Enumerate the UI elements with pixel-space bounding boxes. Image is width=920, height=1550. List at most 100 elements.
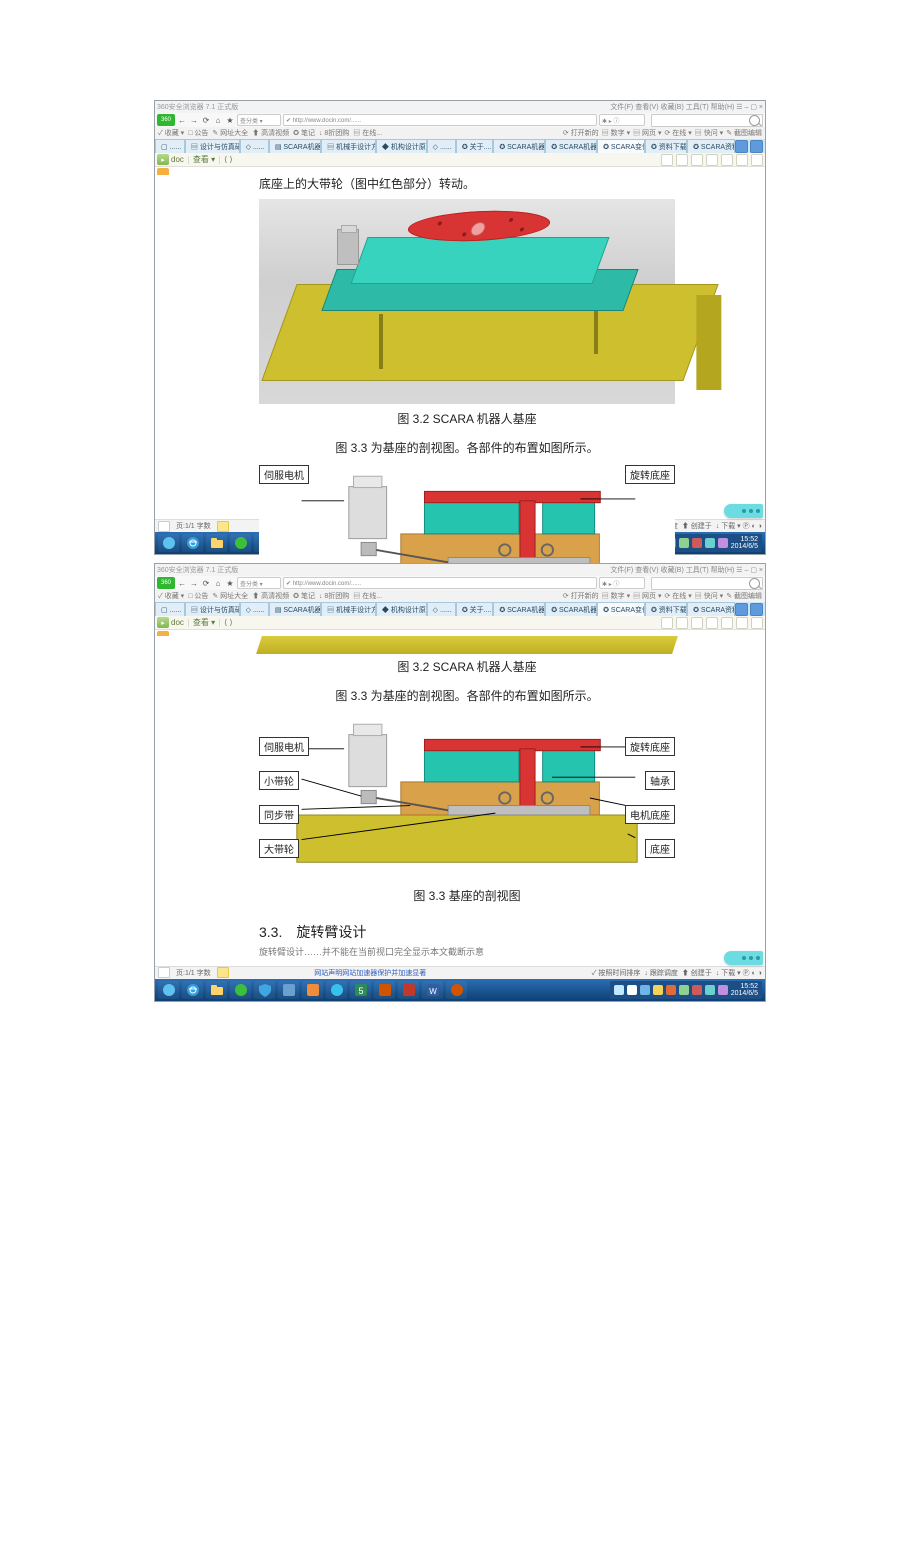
tray-icon[interactable]: [614, 985, 624, 995]
fav-item[interactable]: ▤ 快问 ▾: [695, 591, 723, 601]
nav-icon[interactable]: ★: [225, 115, 235, 125]
ie-icon[interactable]: [182, 981, 203, 999]
fav-item[interactable]: ✪ 笔记: [293, 591, 315, 601]
taskbar-clock[interactable]: 15:522014/6/5: [731, 536, 758, 550]
start-icon[interactable]: [158, 981, 179, 999]
browser-tab[interactable]: ◇ ......×: [240, 602, 269, 616]
browser-tab[interactable]: ✪ 关于......×: [456, 139, 493, 153]
fav-item[interactable]: □ 公告: [188, 591, 208, 601]
browser-tab[interactable]: ▢ ......×: [155, 602, 185, 616]
browser-tab[interactable]: ✪ SCARA变体...×: [597, 139, 645, 153]
url-input[interactable]: ✔ http://www.docin.com/......: [283, 577, 597, 589]
tablist-button[interactable]: [750, 140, 763, 153]
tablist-button[interactable]: [750, 603, 763, 616]
browser-tab[interactable]: ✪ 资料下载...×: [645, 139, 687, 153]
nav-icon[interactable]: ⟳: [201, 578, 211, 588]
doc-menu[interactable]: 查看 ▾: [193, 154, 215, 165]
tray-icon[interactable]: [666, 985, 676, 995]
status-item[interactable]: ↓ 下载 ▾ Ⓟ ◐ ◑: [716, 968, 762, 978]
category-dropdown[interactable]: 查分类 ▾: [237, 577, 281, 589]
doc-tool-button[interactable]: [661, 617, 673, 629]
browser-tab[interactable]: ✪ 资料下载...×: [645, 602, 687, 616]
status-item[interactable]: ↓ 跟踪调度: [644, 968, 677, 978]
start-icon[interactable]: [158, 534, 179, 552]
new-tab-button[interactable]: [735, 603, 748, 616]
doc-tool-button[interactable]: [736, 617, 748, 629]
browser-tab[interactable]: ▤ 机械手设计方法...×: [321, 602, 376, 616]
fav-item[interactable]: ⟳ 打开新的: [563, 128, 599, 138]
browser-tab[interactable]: ✪ SCARA机器人...×: [493, 139, 545, 153]
doc-tool-button[interactable]: [751, 617, 763, 629]
nav-icon[interactable]: →: [189, 115, 199, 125]
doc-tool-button[interactable]: [691, 617, 703, 629]
doc-tool-button[interactable]: [706, 617, 718, 629]
nav-icon[interactable]: ★: [225, 578, 235, 588]
doc-tool-button[interactable]: [661, 154, 673, 166]
doc-tool-button[interactable]: [751, 154, 763, 166]
fav-item[interactable]: ⬆ 高清视频: [252, 591, 289, 601]
status-button[interactable]: [217, 521, 229, 532]
browser360-icon[interactable]: [230, 981, 251, 999]
browser360-icon[interactable]: [230, 534, 251, 552]
zoom-box[interactable]: ✱ ▸ ⓘ: [599, 577, 645, 589]
taskbar-clock[interactable]: 15:522014/6/5: [731, 983, 758, 997]
fav-item[interactable]: ▤ 数字 ▾: [602, 591, 630, 601]
doc-page-indicator[interactable]: ⟨ ⟩: [224, 618, 232, 627]
status-item[interactable]: ⬆ 创建于: [682, 968, 712, 978]
tray-icon[interactable]: [692, 538, 702, 548]
folder-icon[interactable]: [206, 981, 227, 999]
nav-icon[interactable]: ←: [177, 115, 187, 125]
browser-tab[interactable]: ◇ ......×: [427, 139, 456, 153]
browser-brand-icon[interactable]: 360: [157, 577, 175, 589]
fav-item[interactable]: ▤ 在线...: [353, 591, 382, 601]
tray-icon[interactable]: [653, 985, 663, 995]
fav-item[interactable]: ⬆ 高清视频: [252, 128, 289, 138]
fav-item[interactable]: ⟳ 打开新的: [563, 591, 599, 601]
search-input[interactable]: [651, 577, 763, 590]
new-tab-button[interactable]: [735, 140, 748, 153]
tray-icon[interactable]: [692, 985, 702, 995]
fav-item[interactable]: ✓ 收藏 ▾: [158, 591, 184, 601]
category-dropdown[interactable]: 查分类 ▾: [237, 114, 281, 126]
floating-widget[interactable]: [724, 504, 763, 518]
doc-page-indicator[interactable]: ⟨ ⟩: [224, 155, 232, 164]
paint-icon[interactable]: [302, 981, 323, 999]
browser-tab[interactable]: ▤ 设计与仿真研究...×: [185, 602, 240, 616]
excel-icon[interactable]: 5: [350, 981, 371, 999]
fav-item[interactable]: ⟳ 在线 ▾: [665, 128, 692, 138]
url-input[interactable]: ✔ http://www.docin.com/......: [283, 114, 597, 126]
browser-tab[interactable]: ▤ SCARA机器人...×: [269, 139, 321, 153]
search-input[interactable]: [651, 114, 763, 127]
app-icon[interactable]: [446, 981, 467, 999]
status-button[interactable]: [217, 967, 229, 978]
fav-item[interactable]: ▤ 在线...: [353, 128, 382, 138]
browser-tab[interactable]: ✪ SCARA机器人...×: [493, 602, 545, 616]
doc-menu[interactable]: 查看 ▾: [193, 617, 215, 628]
folder-icon[interactable]: [206, 534, 227, 552]
nav-icon[interactable]: ←: [177, 578, 187, 588]
tray-icon[interactable]: [679, 985, 689, 995]
fav-item[interactable]: ✎ 截图编辑: [726, 128, 762, 138]
browser-tab[interactable]: ✪ SCARA资料...×: [687, 139, 735, 153]
browser-tab[interactable]: ◆ 机构设计原理...×: [376, 602, 427, 616]
status-button[interactable]: [158, 521, 170, 532]
browser-tab[interactable]: ✪ SCARA变体...×: [597, 602, 645, 616]
doc-tool-button[interactable]: [736, 154, 748, 166]
status-item[interactable]: ↓ 下载 ▾ Ⓟ ◐ ◑: [716, 521, 762, 531]
fav-item[interactable]: ↓ 8折团购: [319, 591, 349, 601]
nav-icon[interactable]: ⌂: [213, 115, 223, 125]
status-item[interactable]: ⬆ 创建于: [682, 521, 712, 531]
browser-tab[interactable]: ✪ SCARA资料...×: [687, 602, 735, 616]
browser-brand-icon[interactable]: 360: [157, 114, 175, 126]
doc-tool-button[interactable]: [676, 154, 688, 166]
tray-icon[interactable]: [718, 985, 728, 995]
fav-item[interactable]: ▤ 网页 ▾: [633, 128, 661, 138]
nav-icon[interactable]: →: [189, 578, 199, 588]
fav-item[interactable]: ✎ 网址大全: [212, 591, 248, 601]
shield-icon[interactable]: [254, 981, 275, 999]
doc-tool-button[interactable]: [706, 154, 718, 166]
window-menu[interactable]: 文件(F) 查看(V) 收藏(B) 工具(T) 帮助(H) ☰ – ▢ ×: [610, 565, 763, 575]
browser-tab[interactable]: ▢ ......×: [155, 139, 185, 153]
fav-item[interactable]: ▤ 数字 ▾: [602, 128, 630, 138]
browser-tab[interactable]: ◆ 机构设计原理...×: [376, 139, 427, 153]
